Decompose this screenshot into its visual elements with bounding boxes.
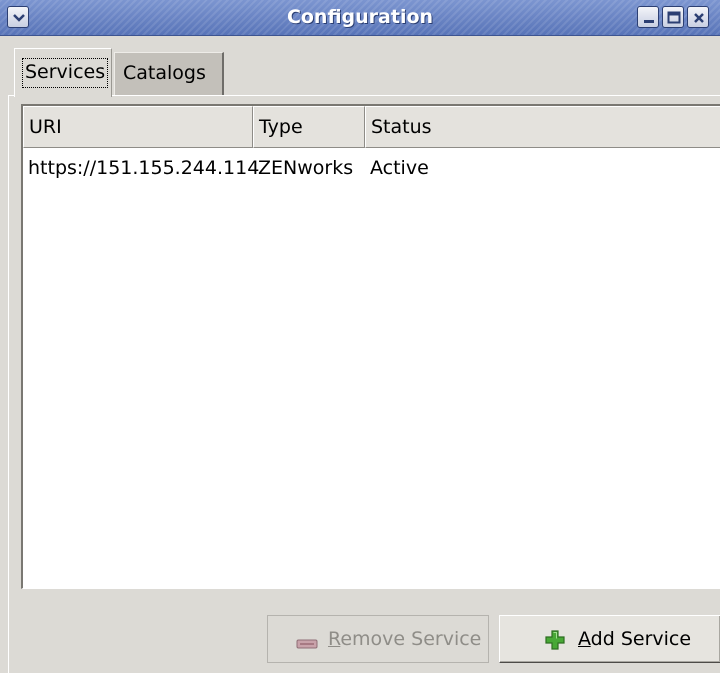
tab-services-label: Services bbox=[21, 58, 109, 88]
row-type: ZENworks bbox=[258, 157, 354, 179]
tab-services[interactable]: Services bbox=[14, 48, 112, 97]
minimize-icon bbox=[644, 20, 654, 23]
list-header: URI Type Status bbox=[23, 106, 720, 148]
remove-service-button[interactable]: Remove Service bbox=[267, 615, 489, 663]
close-button[interactable] bbox=[687, 6, 709, 28]
column-header-type[interactable]: Type bbox=[253, 106, 365, 148]
row-status: Active bbox=[370, 157, 429, 179]
row-uri: https://151.155.244.114 bbox=[28, 157, 260, 179]
minimize-button[interactable] bbox=[637, 6, 659, 28]
window-title: Configuration bbox=[286, 6, 434, 28]
column-header-status[interactable]: Status bbox=[365, 106, 720, 148]
title-bar[interactable]: Configuration bbox=[0, 0, 720, 36]
maximize-button[interactable] bbox=[662, 6, 684, 28]
remove-service-label: Remove Service bbox=[328, 628, 482, 650]
add-plus-icon bbox=[545, 630, 565, 650]
table-row[interactable]: https://151.155.244.114 ZENworks Active bbox=[23, 150, 720, 186]
tab-catalogs-label: Catalogs bbox=[123, 62, 206, 84]
services-page: URI Type Status https://151.155.244.114 … bbox=[8, 95, 720, 673]
services-list[interactable]: URI Type Status https://151.155.244.114 … bbox=[21, 104, 720, 589]
close-icon bbox=[694, 13, 704, 23]
configuration-window: Configuration Services Catalogs URI Type… bbox=[0, 0, 720, 673]
add-service-button[interactable]: Add Service bbox=[499, 615, 720, 663]
remove-icon bbox=[296, 639, 318, 649]
add-service-label: Add Service bbox=[578, 628, 692, 650]
tab-catalogs[interactable]: Catalogs bbox=[114, 52, 224, 95]
maximize-icon bbox=[667, 11, 681, 24]
column-header-uri[interactable]: URI bbox=[23, 106, 253, 148]
